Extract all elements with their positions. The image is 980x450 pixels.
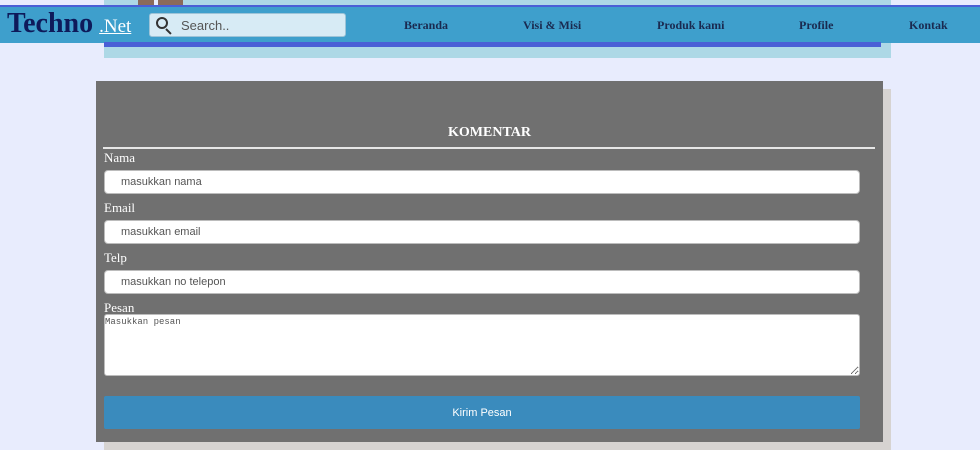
site-header: Techno.Net Beranda Visi & Misi Produk ka… [0, 5, 980, 43]
nav-visi-misi[interactable]: Visi & Misi [523, 18, 581, 33]
search-box[interactable] [149, 13, 346, 37]
name-field[interactable] [104, 170, 860, 194]
form-title: KOMENTAR [448, 125, 531, 140]
comment-form: KOMENTAR Nama Email Telp Pesan Kirim Pes… [96, 81, 883, 442]
phone-field[interactable] [104, 270, 860, 294]
email-label: Email [104, 200, 136, 215]
title-divider [103, 147, 875, 149]
submit-button[interactable]: Kirim Pesan [104, 396, 860, 429]
nav-beranda[interactable]: Beranda [404, 18, 448, 33]
message-field[interactable] [104, 314, 860, 376]
email-field[interactable] [104, 220, 860, 244]
nav-profile[interactable]: Profile [799, 18, 833, 33]
header-underline [104, 42, 881, 47]
phone-label: Telp [104, 250, 127, 265]
brand-suffix-link[interactable]: .Net [99, 16, 131, 37]
search-input[interactable] [181, 17, 341, 33]
brand-name: Techno [7, 8, 94, 39]
site-logo[interactable]: Techno .Net [7, 8, 131, 40]
nav-kontak[interactable]: Kontak [909, 18, 948, 33]
search-icon[interactable] [153, 14, 177, 36]
name-label: Nama [104, 150, 136, 165]
nav-produk-kami[interactable]: Produk kami [657, 18, 724, 33]
